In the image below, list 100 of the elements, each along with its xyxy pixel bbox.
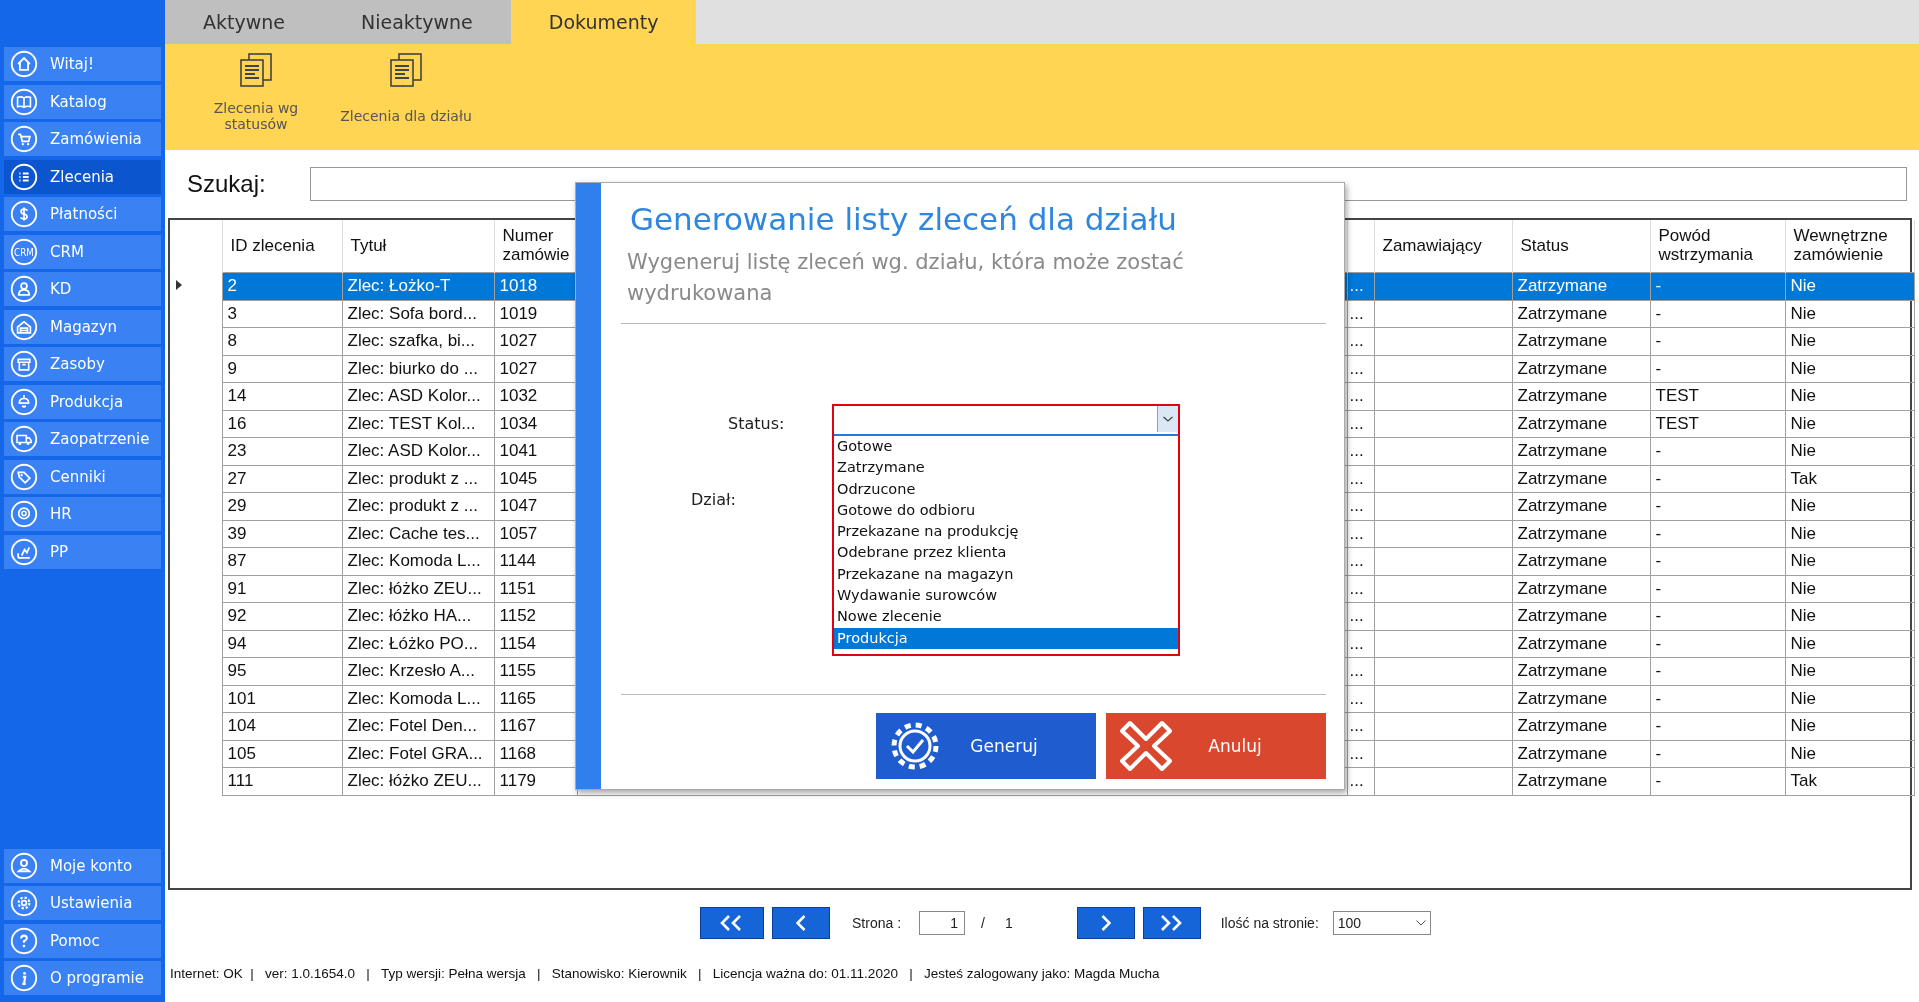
table-cell: ...: [1347, 602, 1374, 630]
column-header[interactable]: Tytuł: [350, 236, 486, 256]
sidebar-item[interactable]: Ustawienia: [4, 886, 161, 920]
last-page-button[interactable]: [1142, 907, 1201, 939]
table-cell: 94: [222, 630, 342, 658]
table-cell: -: [1650, 767, 1785, 795]
per-page-dropdown[interactable]: 100: [1332, 911, 1431, 935]
table-cell: Zatrzymane: [1512, 382, 1650, 410]
per-page-label: Ilość na stronie:: [1220, 915, 1319, 931]
sidebar-item[interactable]: CRM CRM: [4, 234, 161, 269]
table-cell: ...: [1347, 547, 1374, 575]
toolbar-button[interactable]: Zlecenia wg statusów: [181, 44, 331, 150]
table-cell: 9: [222, 355, 342, 383]
close-icon: [1118, 719, 1174, 773]
table-cell: -: [1650, 547, 1785, 575]
dropdown-option[interactable]: Zatrzymane: [834, 457, 1178, 479]
table-cell: 1018: [494, 272, 577, 300]
person-icon: [10, 275, 38, 303]
table-cell: Zlec: Komoda L...: [342, 547, 494, 575]
sidebar-item[interactable]: Witaj!: [4, 47, 161, 81]
sidebar-item[interactable]: Moje konto: [4, 848, 161, 883]
column-header[interactable]: Status: [1520, 236, 1642, 256]
table-cell: Zatrzymane: [1512, 602, 1650, 630]
sidebar-item[interactable]: Zamówienia: [4, 122, 161, 156]
table-cell: Zatrzymane: [1512, 575, 1650, 603]
dropdown-option[interactable]: Wydawanie surowców: [834, 585, 1178, 607]
sidebar-item[interactable]: Zaopatrzenie: [4, 422, 161, 456]
caret-icon: [1157, 406, 1178, 432]
table-cell: Zlec: TEST Kol...: [342, 410, 494, 438]
dropdown-option[interactable]: Przekazane na magazyn: [834, 563, 1178, 586]
book-icon: [10, 87, 38, 116]
column-header[interactable]: Zamawiający: [1382, 236, 1504, 256]
column-header[interactable]: Numer zamówie: [502, 227, 569, 265]
next-page-button[interactable]: [1076, 907, 1135, 939]
tab[interactable]: Dokumenty: [510, 0, 697, 44]
sidebar-item[interactable]: Magazyn: [4, 309, 161, 344]
table-cell: 105: [222, 740, 342, 768]
column-header[interactable]: ID zlecenia: [230, 236, 334, 256]
table-cell: TEST: [1650, 382, 1785, 410]
table-cell: ...: [1347, 300, 1374, 328]
table-cell: 95: [222, 657, 342, 685]
document-icon: [387, 52, 425, 88]
table-cell: 92: [222, 602, 342, 630]
table-cell: -: [1650, 492, 1785, 520]
search-label: Szukaj:: [187, 170, 266, 198]
table-cell: Zlec: biurko do ...: [342, 355, 494, 383]
table-cell: Zlec: Łóżko PO...: [342, 630, 494, 658]
lamp-icon: [10, 387, 38, 416]
first-page-button[interactable]: [700, 907, 764, 939]
chevron-left-icon: [796, 915, 806, 931]
crm-icon: CRM: [10, 237, 38, 266]
dropdown-option[interactable]: Gotowe do odbioru: [834, 499, 1178, 522]
table-cell: 14: [222, 382, 342, 410]
table-cell: Zlec: produkt z ...: [342, 465, 494, 493]
status-dropdown[interactable]: [834, 406, 1178, 436]
table-cell: Zatrzymane: [1512, 272, 1650, 300]
dropdown-option[interactable]: Produkcja: [834, 627, 1178, 649]
double-chevron-left-icon: [720, 915, 744, 931]
sidebar-item[interactable]: PP: [4, 534, 161, 569]
previous-page-button[interactable]: [772, 907, 830, 939]
sidebar-item[interactable]: Produkcja: [4, 384, 161, 419]
page-field[interactable]: 1: [919, 911, 966, 935]
table-cell: ...: [1347, 630, 1374, 658]
generate-button[interactable]: Generuj: [876, 713, 1096, 779]
table-cell: 2: [222, 272, 342, 300]
table-cell: Zlec: łóżko ZEU...: [342, 575, 494, 603]
table-cell: Nie: [1785, 327, 1914, 355]
sidebar-item[interactable]: Zasoby: [4, 347, 161, 381]
sidebar-item[interactable]: KD: [4, 272, 161, 306]
tab[interactable]: Nieaktywne: [322, 0, 511, 44]
table-cell: Nie: [1785, 740, 1914, 768]
column-header[interactable]: Wewnętrzne zamówienie: [1793, 227, 1906, 265]
dropdown-option[interactable]: Odrzucone: [834, 478, 1178, 500]
table-cell: -: [1650, 657, 1785, 685]
sidebar-item[interactable]: Płatności: [4, 197, 161, 231]
table-cell: ...: [1347, 410, 1374, 438]
table-cell: Nie: [1785, 575, 1914, 603]
cancel-button[interactable]: Anuluj: [1106, 713, 1326, 779]
list-icon: [10, 162, 38, 191]
table-cell: Zatrzymane: [1512, 712, 1650, 740]
table-cell: Nie: [1785, 300, 1914, 328]
table-cell: Zatrzymane: [1512, 410, 1650, 438]
sidebar-item[interactable]: O programie: [4, 961, 161, 995]
table-cell: ...: [1347, 382, 1374, 410]
sidebar-item[interactable]: Zlecenia: [4, 159, 161, 194]
sidebar-item[interactable]: Katalog: [4, 84, 161, 119]
sidebar-item[interactable]: Cenniki: [4, 459, 161, 494]
dropdown-option[interactable]: Odebrane przez klienta: [834, 542, 1178, 564]
tab[interactable]: Aktywne: [165, 0, 323, 44]
sidebar-item[interactable]: HR: [4, 497, 161, 531]
table-cell: Nie: [1785, 657, 1914, 685]
toolbar-button[interactable]: Zlecenia dla działu: [331, 44, 481, 150]
column-header[interactable]: Powód wstrzymania: [1658, 227, 1777, 265]
table-cell: Tak: [1785, 767, 1914, 795]
table-cell: Zlec: łóżko ZEU...: [342, 767, 494, 795]
dialog-subtitle: Wygeneruj listę zleceń wg. działu, która może zostać wydrukowana: [627, 249, 1185, 307]
table-cell: Nie: [1785, 355, 1914, 383]
sidebar-item[interactable]: Pomoc: [4, 923, 161, 958]
page-label: Strona :: [852, 915, 902, 931]
table-cell: -: [1650, 355, 1785, 383]
